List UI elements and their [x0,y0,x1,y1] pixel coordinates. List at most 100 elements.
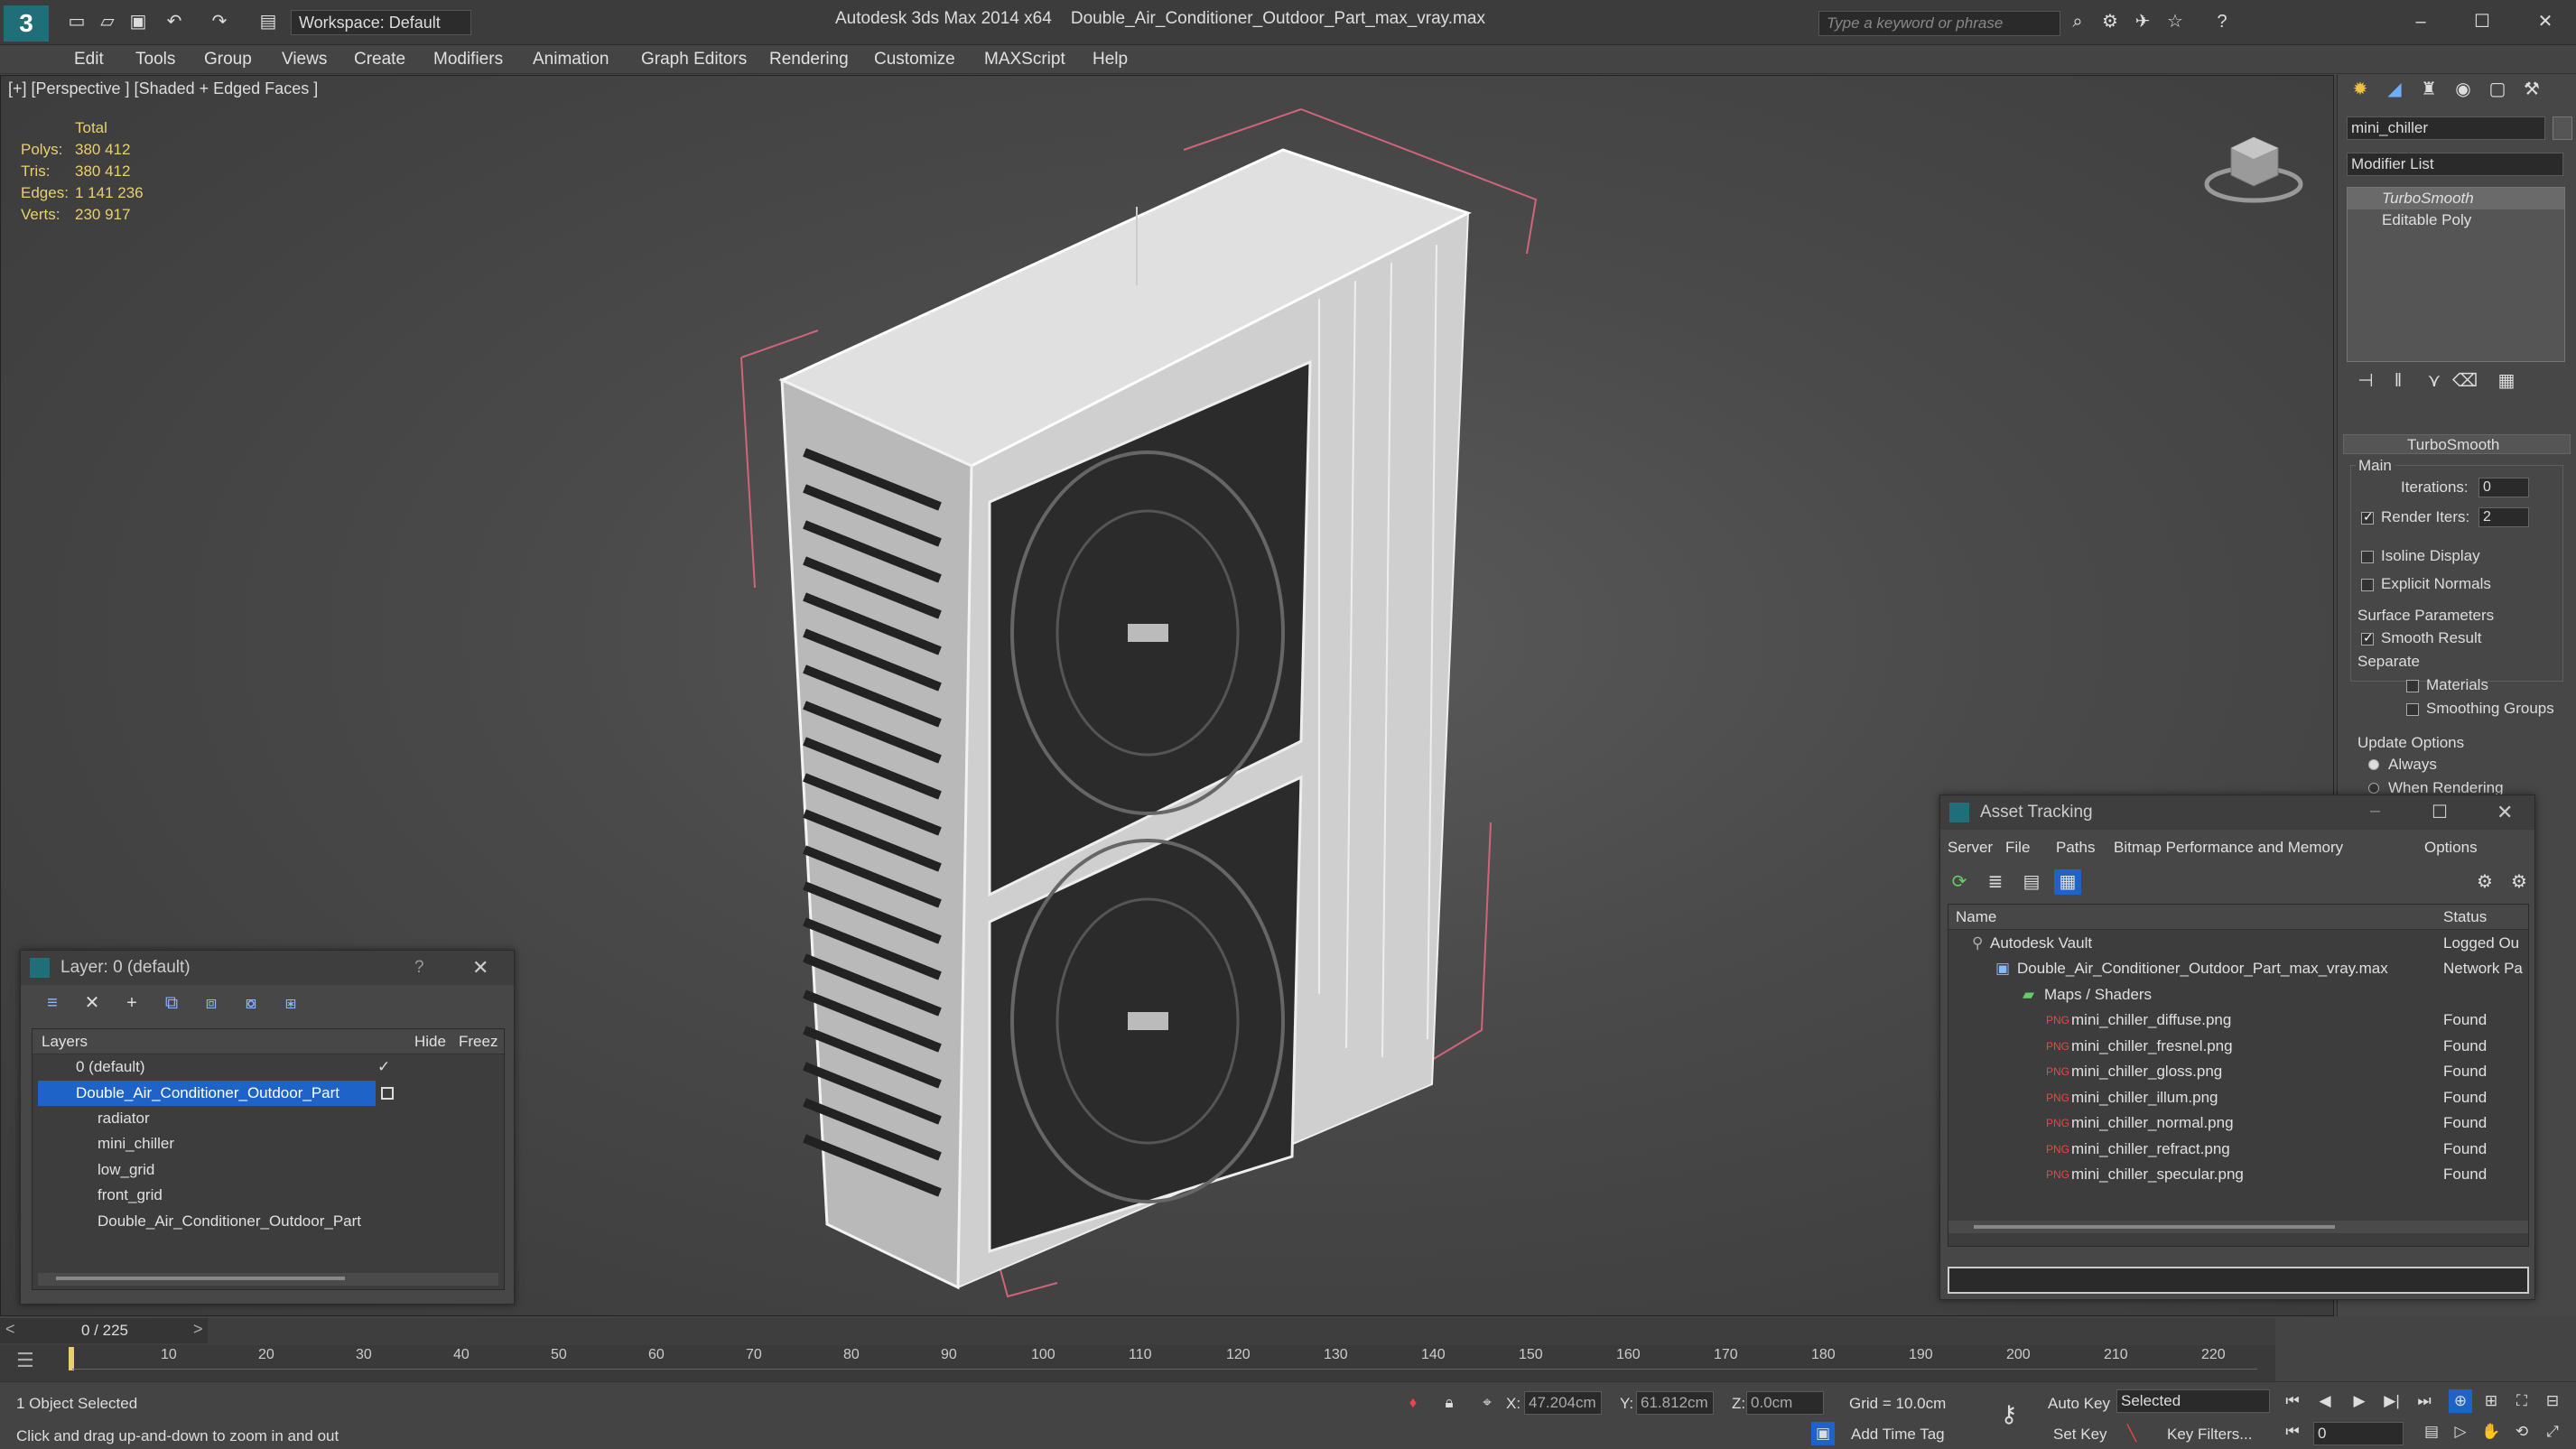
smoothing-groups-checkbox[interactable] [2406,703,2419,716]
asset-row[interactable]: ⚲ Autodesk Vault Logged Ou [1948,931,2528,956]
track-bar[interactable]: ☰ 10 20 30 40 50 60 70 80 90 100 110 120… [0,1345,2275,1381]
time-slider[interactable]: < 0 / 225 > [0,1318,208,1343]
go-to-start-icon[interactable]: ⏮ [2281,1389,2304,1413]
menu-edit[interactable]: Edit [69,45,109,74]
active-layer-check-icon[interactable]: ✓ [377,1054,390,1080]
app-logo-icon[interactable]: 3 [4,5,49,42]
menu-maxscript[interactable]: MAXScript [979,45,1071,74]
viewport-label[interactable]: [+] [Perspective ] [Shaded + Edged Faces… [8,79,318,98]
asset-row[interactable]: PNG mini_chiller_fresnel.png Found [1948,1034,2528,1059]
set-key-icon[interactable]: ⚷ [1997,1402,2021,1426]
refresh-icon[interactable]: ⟳ [1946,869,1973,895]
time-config-icon[interactable]: ▤ [2420,1420,2443,1444]
asset-horizontal-scrollbar[interactable] [1948,1221,2528,1233]
z-coordinate-field[interactable]: 0.0cm [1746,1391,1824,1415]
always-radio[interactable] [2368,759,2379,770]
absolute-mode-icon[interactable]: ⌖ [1475,1391,1499,1415]
rollout-header[interactable]: TurboSmooth [2343,434,2571,454]
object-color-swatch[interactable] [2553,116,2572,140]
when-rendering-radio[interactable] [2368,783,2379,794]
col-hide[interactable]: Hide [414,1029,446,1054]
asset-menu-paths[interactable]: Paths [2056,835,2095,860]
asset-menu-bitmap[interactable]: Bitmap Performance and Memory [2114,835,2343,860]
object-row[interactable]: Double_Air_Conditioner_Outdoor_Part [33,1209,504,1234]
next-frame-icon[interactable]: ▶| [2380,1389,2404,1413]
asset-menu-file[interactable]: File [2005,835,2030,860]
close-icon[interactable]: ✕ [2532,9,2559,34]
subscription-icon[interactable]: ⚙ [2097,9,2124,34]
layer-help-icon[interactable]: ? [414,958,424,978]
freeze-all-layers-icon[interactable]: ⧆ [277,990,304,1016]
key-selection-dropdown[interactable]: Selected [2116,1389,2270,1413]
save-icon[interactable]: ▣ [125,9,152,34]
time-cursor[interactable] [69,1347,74,1370]
table-view-icon[interactable]: ▦ [2054,869,2081,895]
layer-close-icon[interactable]: ✕ [472,956,488,980]
redo-icon[interactable]: ↷ [206,9,233,34]
communication-icon[interactable]: ✈ [2129,9,2156,34]
project-folder-icon[interactable]: ▤ [255,9,282,34]
explicit-normals-checkbox[interactable] [2361,579,2374,591]
play-icon[interactable]: ▶ [2348,1389,2371,1413]
asset-row[interactable]: PNG mini_chiller_normal.png Found [1948,1110,2528,1136]
object-row[interactable]: front_grid [33,1183,504,1208]
menu-views[interactable]: Views [276,45,332,74]
menu-group[interactable]: Group [199,45,257,74]
col-freeze[interactable]: Freez [459,1029,498,1054]
create-layer-icon[interactable]: ≡ [39,990,66,1016]
render-iters-checkbox[interactable] [2361,509,2374,525]
help-icon[interactable]: ? [2209,9,2236,34]
highlight-layer-icon[interactable]: ⧈ [198,990,225,1016]
object-row[interactable]: low_grid [33,1157,504,1183]
current-frame-field[interactable]: 0 [2313,1422,2404,1445]
motion-tab-icon[interactable]: ◉ [2450,77,2477,102]
new-file-icon[interactable]: ▭ [63,9,90,34]
col-name[interactable]: Name [1956,905,1996,930]
pan-view-icon[interactable]: ✋ [2479,1420,2503,1444]
show-end-result-icon[interactable]: ‖ [2385,368,2412,394]
set-key-button[interactable]: Set Key [2053,1426,2107,1444]
asset-path-field[interactable] [1948,1267,2529,1294]
zoom-all-icon[interactable]: ⊞ [2479,1389,2503,1413]
hide-all-layers-icon[interactable]: ⧇ [237,990,265,1016]
render-iters-spinner[interactable]: 2 [2478,507,2529,527]
hierarchy-tab-icon[interactable]: ♜ [2415,77,2442,102]
utilities-tab-icon[interactable]: ⚒ [2518,77,2545,102]
asset-minimize-icon[interactable]: – [2370,801,2380,822]
go-to-end-icon[interactable]: ⏭ [2413,1389,2436,1413]
asset-menu-options[interactable]: Options [2424,835,2478,860]
list-view-icon[interactable]: ≣ [1982,869,2009,895]
add-time-tag[interactable]: Add Time Tag [1851,1426,1945,1444]
add-to-layer-icon[interactable]: + [118,990,145,1016]
isolate-icon[interactable]: ♦ [1401,1391,1425,1415]
key-filters-button[interactable]: Key Filters... [2167,1426,2252,1444]
isoline-checkbox[interactable] [2361,551,2374,563]
asset-menu-server[interactable]: Server [1948,835,1993,860]
col-layers[interactable]: Layers [42,1029,88,1054]
configure-sets-icon[interactable]: ▦ [2493,368,2520,394]
smooth-result-checkbox[interactable] [2361,630,2374,646]
lock-selection-icon[interactable]: 🔒︎ [1437,1391,1461,1415]
menu-animation[interactable]: Animation [527,45,615,74]
iterations-spinner[interactable]: 0 [2478,478,2529,497]
layer-panel-titlebar[interactable]: Layer: 0 (default) [21,951,514,985]
layer-row[interactable]: 0 (default) ✓ [33,1054,504,1080]
key-mode-icon[interactable]: ╲ [2120,1422,2144,1445]
object-name-field[interactable]: mini_chiller [2347,116,2545,140]
scrollbar-thumb[interactable] [56,1277,345,1280]
asset-row[interactable]: PNG mini_chiller_diffuse.png Found [1948,1008,2528,1033]
undo-icon[interactable]: ↶ [161,9,188,34]
x-coordinate-field[interactable]: 47.204cm [1524,1391,1602,1415]
select-layer-objects-icon[interactable]: ⧉ [158,990,185,1016]
thumbnail-view-icon[interactable]: ▤ [2018,869,2045,895]
display-tab-icon[interactable]: ▢ [2484,77,2511,102]
maximize-viewport-icon[interactable]: ⤢ [2541,1420,2564,1444]
favorites-icon[interactable]: ☆ [2162,9,2189,34]
maximize-icon[interactable]: ☐ [2469,9,2496,34]
create-tab-icon[interactable]: ✹ [2347,77,2374,102]
stack-item-editable-poly[interactable]: Editable Poly [2348,209,2471,231]
modify-tab-icon[interactable]: ◢ [2381,77,2408,102]
menu-create[interactable]: Create [349,45,411,74]
y-coordinate-field[interactable]: 61.812cm [1636,1391,1714,1415]
prev-frame-icon[interactable]: < [5,1320,15,1339]
